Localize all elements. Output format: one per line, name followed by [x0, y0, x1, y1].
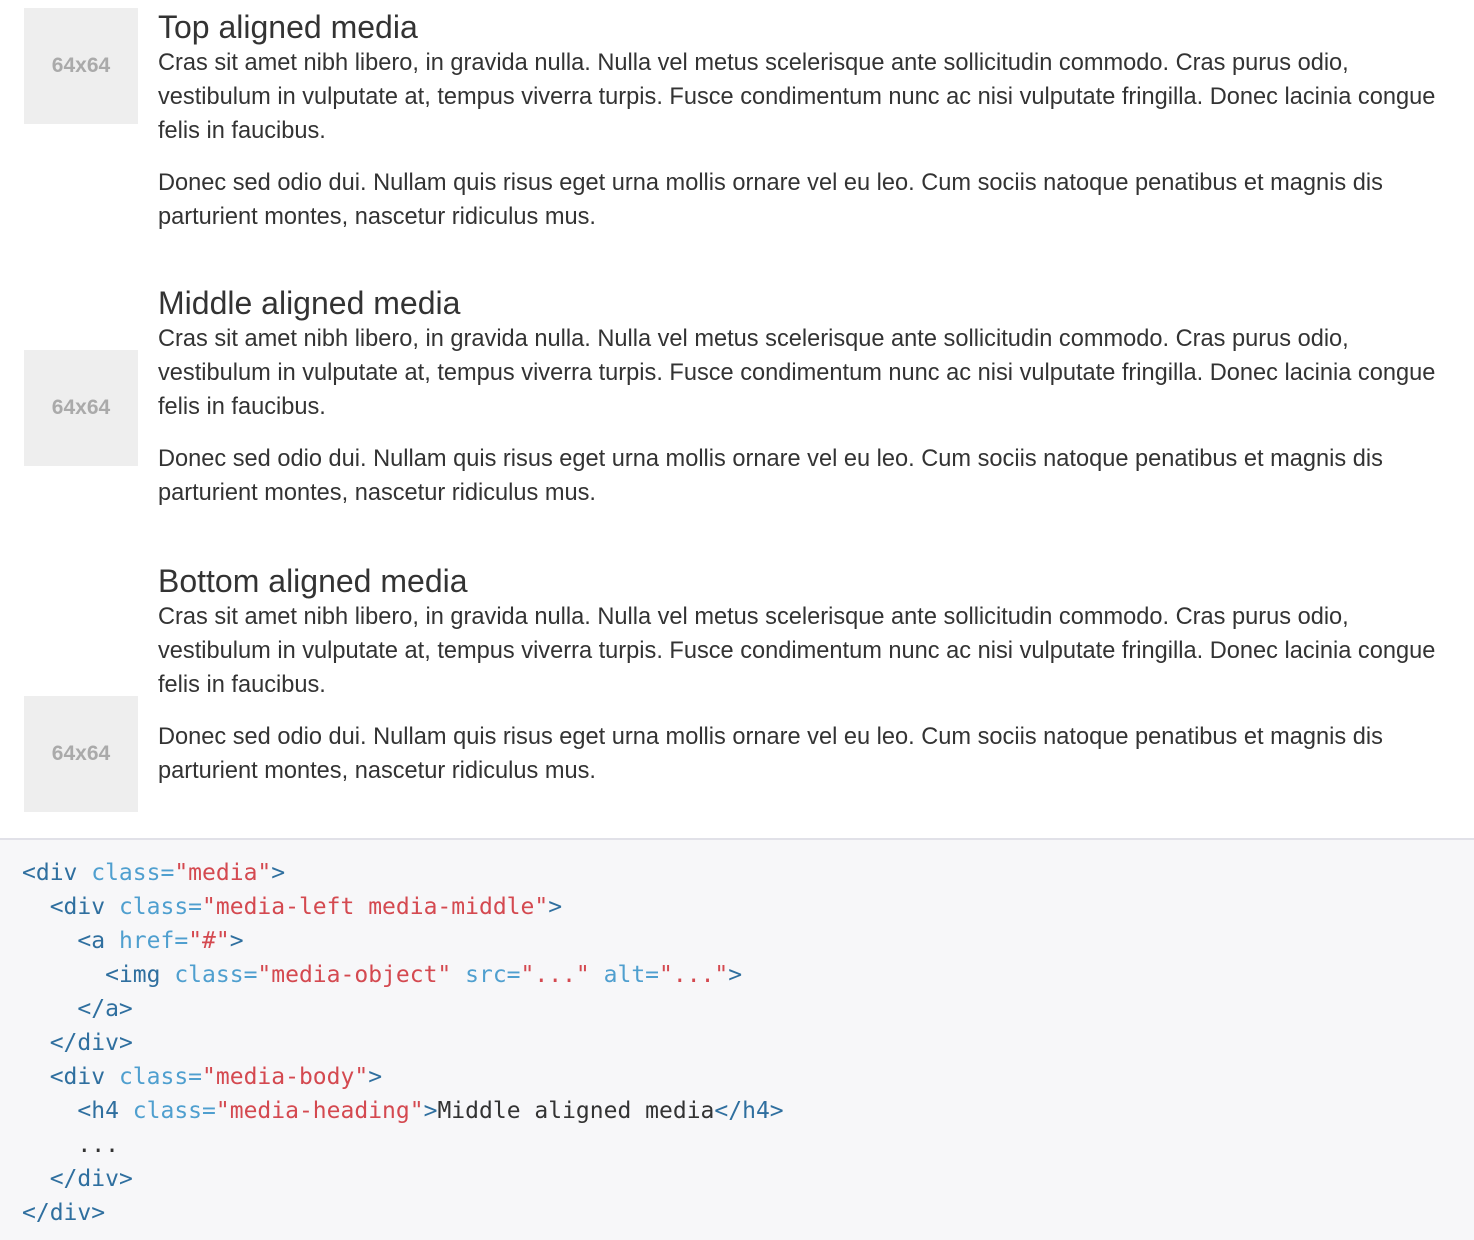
code-line: </div>	[22, 1162, 1452, 1196]
code-line: <h4 class="media-heading">Middle aligned…	[22, 1094, 1452, 1128]
code-line: <a href="#">	[22, 924, 1452, 958]
media-paragraph: Cras sit amet nibh libero, in gravida nu…	[158, 604, 1436, 698]
media-heading: Middle aligned media	[158, 285, 461, 321]
code-line: <div class="media-left media-middle">	[22, 890, 1452, 924]
media-top-aligned: 64x64 Top aligned media Cras sit amet ni…	[24, 8, 1454, 234]
code-attr: src=	[451, 962, 521, 988]
code-line: <div class="media">	[22, 856, 1452, 890]
code-attr: href=	[105, 928, 189, 954]
code-line: <img class="media-object" src="..." alt=…	[22, 958, 1452, 992]
media-left: 64x64	[24, 8, 158, 234]
code-tag: <h4	[77, 1098, 119, 1124]
media-middle-aligned: 64x64 Middle aligned media Cras sit amet…	[24, 284, 1454, 532]
code-value: "media-object"	[257, 962, 452, 988]
code-value: "#"	[188, 928, 230, 954]
code-attr: alt=	[589, 962, 660, 988]
code-tag: <div	[49, 1064, 106, 1090]
media-body: Middle aligned media Cras sit amet nibh …	[158, 284, 1454, 532]
media-paragraph: Donec sed odio dui. Nullam quis risus eg…	[158, 446, 1383, 506]
code-tag: <a	[77, 928, 106, 954]
media-paragraph: Cras sit amet nibh libero, in gravida nu…	[158, 326, 1436, 420]
code-tag: <div	[49, 894, 106, 920]
code-text: Middle aligned media	[437, 1098, 715, 1124]
code-tag: >	[423, 1098, 438, 1124]
code-line: </div>	[22, 1026, 1452, 1060]
media-paragraph: Donec sed odio dui. Nullam quis risus eg…	[158, 170, 1383, 230]
code-tag: </a>	[77, 996, 133, 1022]
code-line: <div class="media-body">	[22, 1060, 1452, 1094]
code-attr: class=	[105, 1064, 203, 1090]
media-body: Bottom aligned media Cras sit amet nibh …	[158, 562, 1454, 812]
example-area: 64x64 Top aligned media Cras sit amet ni…	[0, 0, 1474, 838]
code-tag: </h4>	[714, 1098, 784, 1124]
code-attr: class=	[105, 894, 203, 920]
code-tag: >	[548, 894, 563, 920]
code-tag: >	[368, 1064, 383, 1090]
media-paragraph: Cras sit amet nibh libero, in gravida nu…	[158, 50, 1436, 144]
media-bottom-aligned: 64x64 Bottom aligned media Cras sit amet…	[24, 562, 1454, 812]
code-snippet: <div class="media"> <div class="media-le…	[0, 838, 1474, 1240]
code-value: "media-left media-middle"	[202, 894, 549, 920]
media-object-image[interactable]: 64x64	[24, 350, 138, 466]
code-tag: </div>	[49, 1030, 133, 1056]
code-value: "..."	[520, 962, 590, 988]
code-value: "media-heading"	[215, 1098, 424, 1124]
code-tag: >	[229, 928, 244, 954]
code-text: ...	[77, 1132, 119, 1158]
media-heading: Top aligned media	[158, 9, 418, 45]
code-attr: class=	[160, 962, 258, 988]
code-tag: >	[271, 860, 286, 886]
media-object-image[interactable]: 64x64	[24, 8, 138, 124]
media-paragraph: Donec sed odio dui. Nullam quis risus eg…	[158, 724, 1383, 784]
code-value: "media-body"	[202, 1064, 369, 1090]
code-tag: >	[728, 962, 743, 988]
media-body: Top aligned media Cras sit amet nibh lib…	[158, 8, 1454, 234]
code-tag: </div>	[49, 1166, 133, 1192]
code-tag: <div	[22, 860, 78, 886]
code-tag: <img	[105, 962, 161, 988]
code-line: ...	[22, 1128, 1452, 1162]
code-line: </a>	[22, 992, 1452, 1026]
media-heading: Bottom aligned media	[158, 563, 468, 599]
code-line: </div>	[22, 1196, 1452, 1230]
code-attr: class=	[118, 1098, 216, 1124]
media-left: 64x64	[24, 562, 158, 812]
code-attr: class=	[77, 860, 175, 886]
media-left: 64x64	[24, 284, 158, 532]
code-tag: </div>	[22, 1200, 106, 1226]
media-object-image[interactable]: 64x64	[24, 696, 138, 812]
code-value: "..."	[659, 962, 729, 988]
code-value: "media"	[174, 860, 272, 886]
